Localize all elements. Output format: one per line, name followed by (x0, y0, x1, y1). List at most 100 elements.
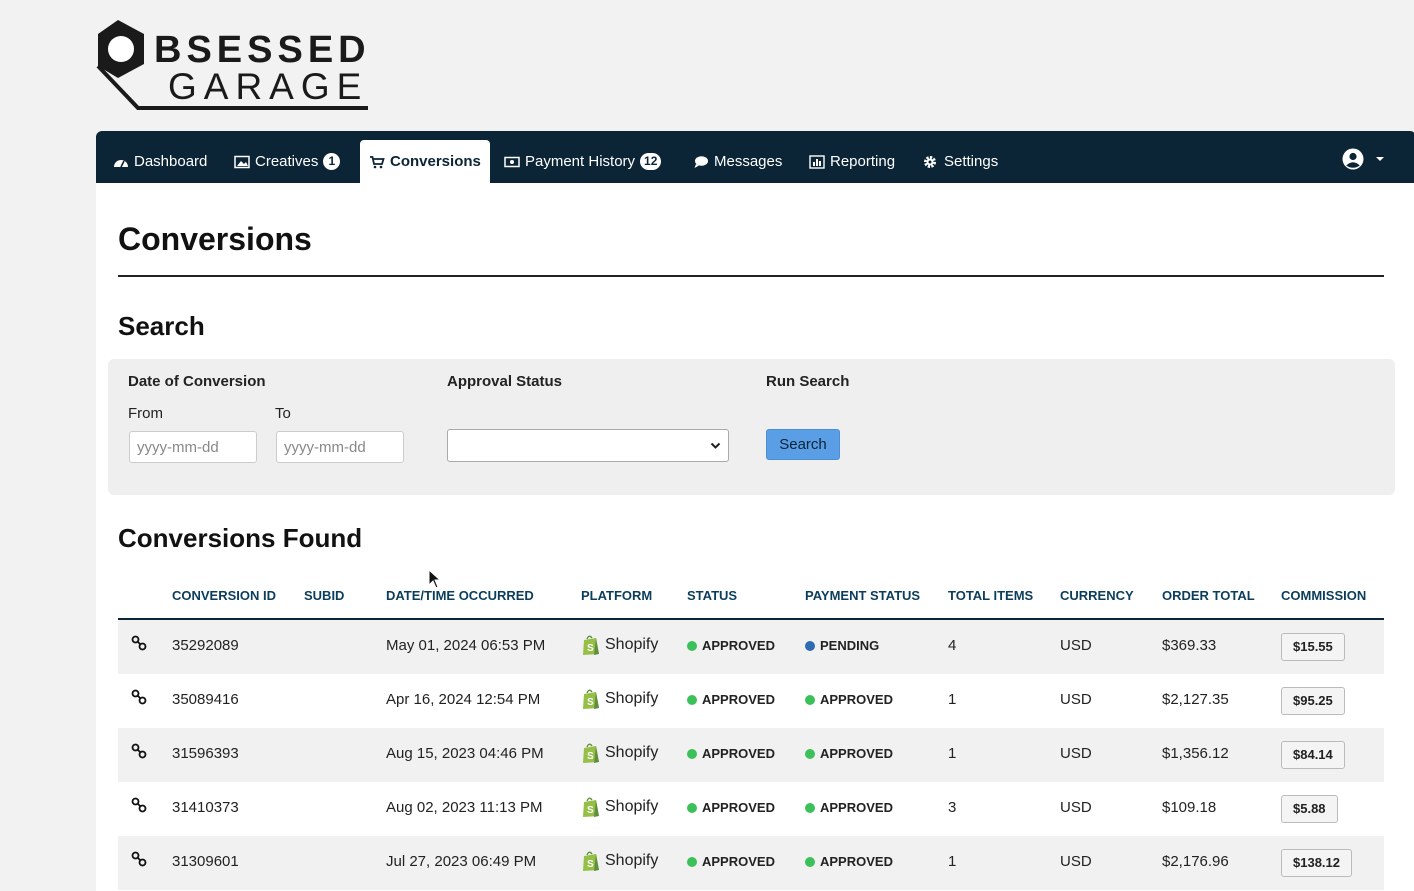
approval-status-select[interactable] (447, 429, 729, 462)
status-badge: APPROVED (687, 800, 775, 815)
currency: USD (1060, 745, 1092, 762)
shopify-icon: S (583, 635, 599, 655)
payment-status-badge: APPROVED (805, 854, 893, 869)
platform-name: Shopify (605, 690, 659, 707)
to-date-input[interactable] (276, 431, 404, 463)
platform: S Shopify (581, 850, 658, 872)
currency: USD (1060, 637, 1092, 654)
status-text: APPROVED (702, 638, 775, 653)
order-total: $2,127.35 (1162, 691, 1229, 708)
status-text: APPROVED (702, 800, 775, 815)
platform: S Shopify (581, 742, 658, 764)
nav-label: Settings (944, 153, 999, 170)
brand-logo: BSESSED GARAGE (96, 18, 376, 113)
from-date-input[interactable] (129, 431, 257, 463)
nav-label: Messages (714, 153, 783, 170)
table-body: 35292089 May 01, 2024 06:53 PM S Shopify APP… (118, 620, 1384, 890)
col-datetime[interactable]: DATE/TIME OCCURRED (386, 588, 534, 603)
from-label: From (128, 405, 163, 422)
creatives-badge: 1 (323, 153, 341, 170)
col-total-items[interactable]: TOTAL ITEMS (948, 588, 1033, 603)
conversion-id: 31596393 (172, 745, 239, 762)
col-subid[interactable]: SUBID (304, 588, 344, 603)
col-conversion-id[interactable]: CONVERSION ID (172, 588, 276, 603)
table-header: CONVERSION ID SUBID DATE/TIME OCCURRED P… (118, 571, 1384, 620)
total-items: 4 (948, 637, 957, 654)
payment-status-dot-icon (805, 802, 815, 813)
order-total: $1,356.12 (1162, 745, 1229, 762)
shopify-icon: S (583, 689, 599, 709)
col-commission[interactable]: COMMISSION (1281, 588, 1366, 603)
nav-messages[interactable]: Messages (693, 140, 782, 183)
payment-status-text: APPROVED (820, 800, 893, 815)
nav-label: Creatives (255, 153, 319, 170)
status-text: APPROVED (702, 746, 775, 761)
platform-name: Shopify (605, 798, 659, 815)
search-panel: Date of Conversion From To Approval Stat… (108, 359, 1395, 495)
user-menu[interactable] (1342, 145, 1386, 173)
nav-settings[interactable]: Settings (923, 140, 998, 183)
svg-text:S: S (587, 697, 594, 708)
payment-history-badge: 12 (640, 153, 662, 170)
nav-reporting[interactable]: Reporting (809, 140, 895, 183)
search-button[interactable]: Search (766, 429, 840, 460)
svg-text:S: S (587, 805, 594, 816)
commission-button[interactable]: $15.55 (1281, 633, 1345, 661)
dashboard-icon (114, 159, 128, 167)
date-of-conversion-label: Date of Conversion (128, 373, 266, 390)
payment-status-badge: PENDING (805, 638, 879, 653)
status-badge: APPROVED (687, 638, 775, 653)
payment-status-text: PENDING (820, 638, 880, 653)
payment-status-dot-icon (805, 640, 815, 651)
table-row: 31309601 Jul 27, 2023 06:49 PM S Shopify APP… (118, 836, 1384, 890)
commission-button[interactable]: $95.25 (1281, 687, 1345, 715)
link-icon[interactable] (131, 797, 147, 813)
nav-label: Reporting (830, 153, 896, 170)
status-badge: APPROVED (687, 692, 775, 707)
commission-button[interactable]: $5.88 (1281, 795, 1338, 823)
caret-down-icon (1376, 157, 1384, 161)
status-dot-icon (687, 640, 697, 651)
col-payment-status[interactable]: PAYMENT STATUS (805, 588, 920, 603)
nav-creatives[interactable]: Creatives 1 (234, 140, 341, 183)
gear-icon (924, 155, 936, 168)
link-icon[interactable] (131, 635, 147, 651)
total-items: 3 (948, 799, 957, 816)
conversion-id: 31309601 (172, 853, 239, 870)
payment-status-dot-icon (805, 694, 815, 705)
col-order-total[interactable]: ORDER TOTAL (1162, 588, 1255, 603)
platform: S Shopify (581, 634, 658, 656)
to-label: To (275, 405, 291, 422)
link-icon[interactable] (131, 689, 147, 705)
page-title: Conversions (118, 221, 312, 257)
conversion-id: 35089416 (172, 691, 239, 708)
datetime: Apr 16, 2024 12:54 PM (386, 691, 541, 708)
payment-status-badge: APPROVED (805, 800, 893, 815)
svg-text:S: S (587, 643, 594, 654)
payment-status-text: APPROVED (820, 692, 893, 707)
payment-status-text: APPROVED (820, 854, 893, 869)
top-navbar: Dashboard Creatives 1 Conversions Paymen… (96, 131, 1414, 183)
nav-conversions[interactable]: Conversions (360, 140, 490, 183)
link-icon[interactable] (131, 851, 147, 867)
col-status[interactable]: STATUS (687, 588, 737, 603)
approval-status-label: Approval Status (447, 373, 563, 390)
nav-dashboard[interactable]: Dashboard (113, 140, 207, 183)
conversion-id: 35292089 (172, 637, 239, 654)
cart-icon (370, 155, 385, 168)
payment-status-dot-icon (805, 748, 815, 759)
status-badge: APPROVED (687, 854, 775, 869)
nav-payment-history[interactable]: Payment History 12 (504, 140, 662, 183)
table-row: 35292089 May 01, 2024 06:53 PM S Shopify APP… (118, 620, 1384, 674)
table-row: 35089416 Apr 16, 2024 12:54 PM S Shopify APP… (118, 674, 1384, 728)
platform: S Shopify (581, 796, 658, 818)
platform-name: Shopify (605, 636, 659, 653)
link-icon[interactable] (131, 743, 147, 759)
commission-button[interactable]: $84.14 (1281, 741, 1345, 769)
commission-button[interactable]: $138.12 (1281, 849, 1352, 877)
col-currency[interactable]: CURRENCY (1060, 588, 1134, 603)
col-platform[interactable]: PLATFORM (581, 588, 652, 603)
nav-label: Payment History (525, 153, 636, 170)
logo-text-line1: BSESSED (154, 29, 371, 71)
nav-label: Dashboard (134, 153, 208, 170)
